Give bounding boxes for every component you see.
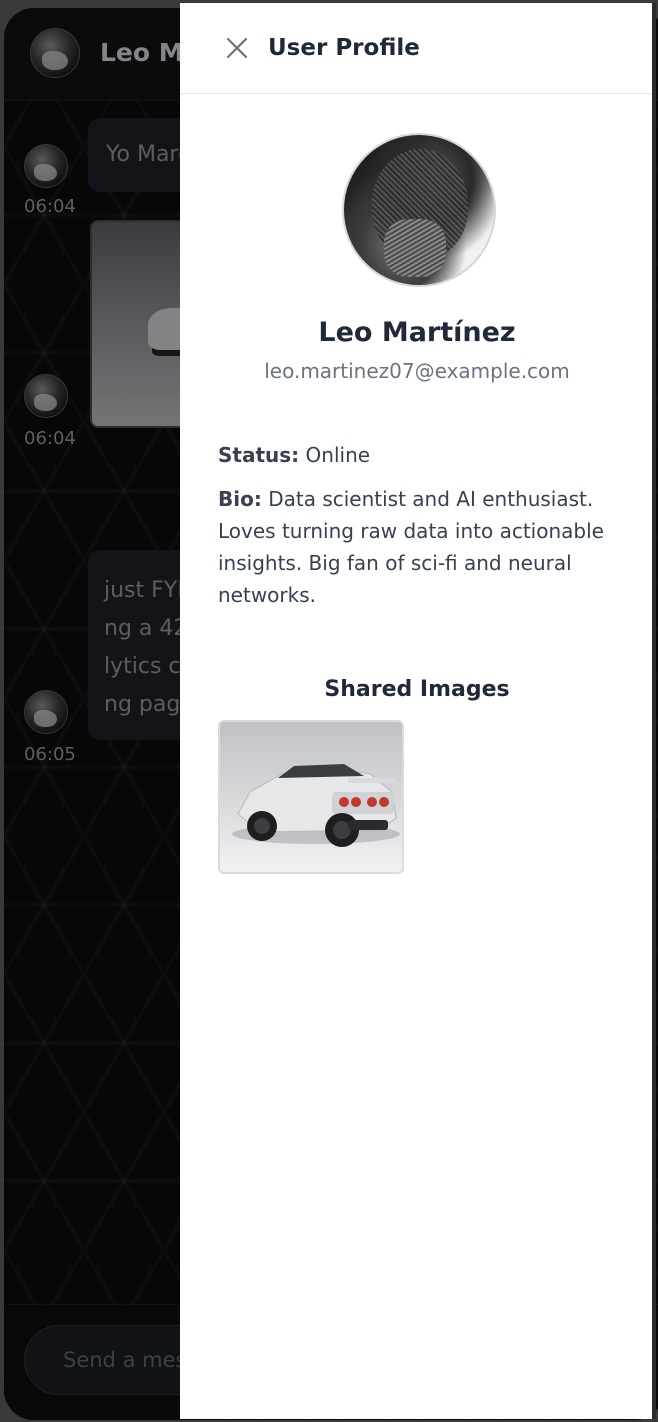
- profile-avatar: [342, 133, 496, 287]
- shared-image-thumbnail[interactable]: [218, 720, 404, 874]
- status-row: Status: Online: [218, 439, 618, 471]
- bio-text: Data scientist and AI enthusiast. Loves …: [218, 487, 604, 607]
- bio-row: Bio: Data scientist and AI enthusiast. L…: [218, 483, 618, 611]
- shared-images-heading: Shared Images: [324, 677, 510, 702]
- user-profile-drawer: User Profile Leo Martínez leo.martinez07…: [180, 3, 656, 1419]
- profile-email: leo.martinez07@example.com: [264, 359, 570, 383]
- bio-label: Bio:: [218, 487, 262, 511]
- status-label: Status:: [218, 443, 300, 467]
- car-image: [232, 764, 400, 847]
- close-icon: [226, 37, 248, 59]
- close-button[interactable]: [220, 31, 254, 65]
- app-screen: Leo Martínez 06:04 Yo Marco 06:04 just F…: [0, 0, 658, 1422]
- drawer-header: User Profile: [180, 3, 652, 94]
- profile-name: Leo Martínez: [318, 317, 516, 348]
- drawer-title: User Profile: [268, 35, 420, 61]
- status-value: Online: [305, 443, 371, 467]
